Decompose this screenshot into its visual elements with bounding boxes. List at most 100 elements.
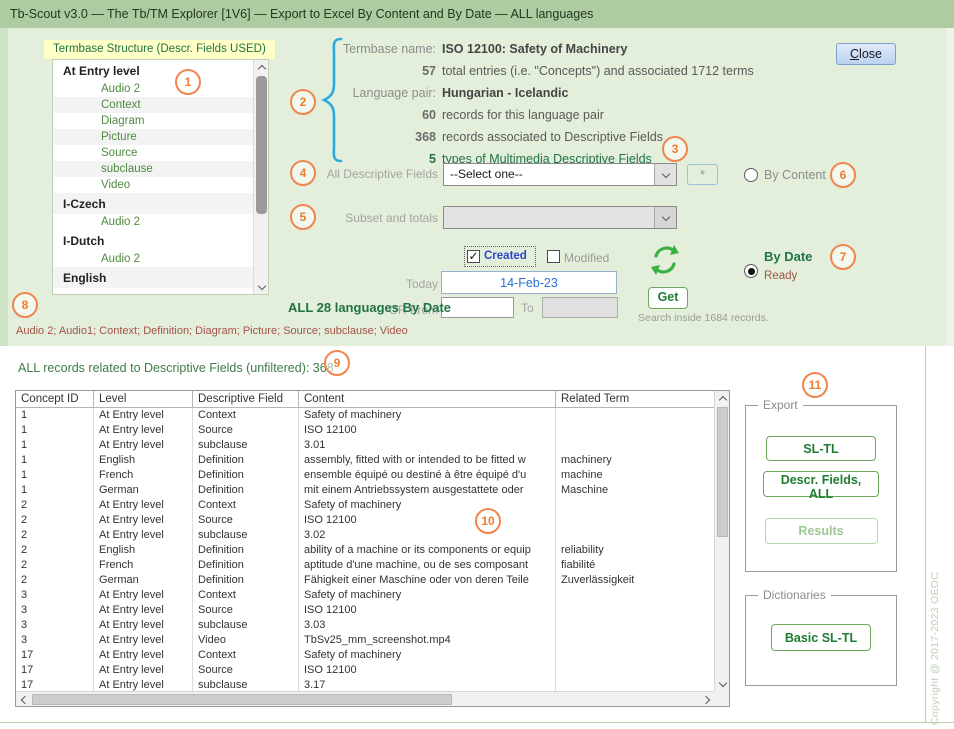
table-cell: Safety of machinery xyxy=(299,648,556,663)
table-row[interactable]: 2At Entry levelContextSafety of machiner… xyxy=(16,498,714,513)
structure-item-audio-2[interactable]: Audio 2 xyxy=(53,81,253,97)
created-checkbox[interactable]: ✓ xyxy=(467,250,480,263)
table-cell: Context xyxy=(193,408,299,423)
table-cell: subclause xyxy=(193,438,299,453)
close-button[interactable]: Close xyxy=(836,43,896,65)
table-row[interactable]: 3At Entry levelSourceISO 12100 xyxy=(16,603,714,618)
descriptive-fields-dropdown[interactable]: --Select one-- xyxy=(443,163,677,186)
structure-item-audio-2[interactable]: Audio 2 xyxy=(53,214,253,230)
subset-dropdown[interactable] xyxy=(443,206,677,229)
table-row[interactable]: 1At Entry levelSourceISO 12100 xyxy=(16,423,714,438)
by-date-radio[interactable] xyxy=(744,264,758,278)
table-horizontal-scrollbar[interactable] xyxy=(16,691,714,706)
scroll-left-icon[interactable] xyxy=(16,692,30,707)
scroll-down-icon[interactable] xyxy=(254,280,269,294)
structure-item-diagram[interactable]: Diagram xyxy=(53,113,253,129)
table-cell: At Entry level xyxy=(94,678,193,691)
window-left-edge xyxy=(0,28,8,346)
today-date-input[interactable] xyxy=(441,271,617,294)
table-cell: 3 xyxy=(16,633,94,648)
scroll-up-icon[interactable] xyxy=(254,60,269,74)
structure-listbox[interactable]: At Entry levelAudio 2ContextDiagramPictu… xyxy=(52,59,269,295)
table-cell: Definition xyxy=(193,558,299,573)
table-cell: Definition xyxy=(193,483,299,498)
scroll-up-icon[interactable] xyxy=(715,391,730,405)
from-date-input[interactable] xyxy=(441,297,514,318)
scroll-right-icon[interactable] xyxy=(700,692,714,707)
table-row[interactable]: 1GermanDefinitionmit einem Antriebssyste… xyxy=(16,483,714,498)
table-cell: TbSv25_mm_screenshot.mp4 xyxy=(299,633,556,648)
table-row[interactable]: 2GermanDefinitionFähigkeit einer Maschin… xyxy=(16,573,714,588)
table-cell: At Entry level xyxy=(94,588,193,603)
table-row[interactable]: 17At Entry levelsubclause3.17 xyxy=(16,678,714,691)
table-row[interactable]: 2At Entry levelSourceISO 12100 xyxy=(16,513,714,528)
scrollbar-thumb[interactable] xyxy=(717,407,728,537)
table-row[interactable]: 1FrenchDefinitionensemble équipé ou dest… xyxy=(16,468,714,483)
by-content-label[interactable]: By Content xyxy=(764,168,826,182)
dropdown-selected-value: --Select one-- xyxy=(450,164,652,185)
by-date-label[interactable]: By Date xyxy=(764,249,812,264)
records-table[interactable]: Concept IDLevelDescriptive FieldContentR… xyxy=(15,390,730,707)
structure-list-scrollbar[interactable] xyxy=(253,60,268,294)
created-label[interactable]: Created xyxy=(484,250,527,262)
scrollbar-thumb[interactable] xyxy=(32,694,452,705)
annotation-circle-8: 8 xyxy=(12,292,38,318)
structure-item-english[interactable]: English xyxy=(53,267,253,288)
table-cell: 1 xyxy=(16,438,94,453)
table-cell: 3 xyxy=(16,618,94,633)
table-row[interactable]: 1At Entry levelContextSafety of machiner… xyxy=(16,408,714,423)
table-cell xyxy=(556,603,714,618)
structure-item-audio-2[interactable]: Audio 2 xyxy=(53,251,253,267)
table-cell: Context xyxy=(193,648,299,663)
table-cell: German xyxy=(94,573,193,588)
table-row[interactable]: 17At Entry levelSourceISO 12100 xyxy=(16,663,714,678)
scrollbar-thumb[interactable] xyxy=(256,76,267,214)
table-cell: 2 xyxy=(16,528,94,543)
table-row[interactable]: 2EnglishDefinitionability of a machine o… xyxy=(16,543,714,558)
descr-fields-all-button[interactable]: Descr. Fields, ALL xyxy=(763,471,879,497)
table-cell: Context xyxy=(193,588,299,603)
table-cell: 3.01 xyxy=(299,438,556,453)
asterisk-button[interactable]: * xyxy=(687,164,718,185)
table-cell: Zuverlässigkeit xyxy=(556,573,714,588)
table-cell: At Entry level xyxy=(94,513,193,528)
right-divider xyxy=(925,346,926,722)
table-row[interactable]: 3At Entry levelContextSafety of machiner… xyxy=(16,588,714,603)
table-row[interactable]: 2FrenchDefinitionaptitude d'une machine,… xyxy=(16,558,714,573)
structure-item-picture[interactable]: Picture xyxy=(53,129,253,145)
table-row[interactable]: 3At Entry levelVideoTbSv25_mm_screenshot… xyxy=(16,633,714,648)
results-button[interactable]: Results xyxy=(765,518,878,544)
table-cell xyxy=(556,663,714,678)
structure-item-at-entry-level[interactable]: At Entry level xyxy=(53,60,253,81)
table-vertical-scrollbar[interactable] xyxy=(714,391,729,691)
column-header: Content xyxy=(299,391,556,407)
structure-item-subclause[interactable]: subclause xyxy=(53,161,253,177)
structure-item-i-dutch[interactable]: I-Dutch xyxy=(53,230,253,251)
table-row[interactable]: 3At Entry levelsubclause3.03 xyxy=(16,618,714,633)
structure-item-context[interactable]: Context xyxy=(53,97,253,113)
table-row[interactable]: 1EnglishDefinitionassembly, fitted with … xyxy=(16,453,714,468)
to-date-input[interactable] xyxy=(542,297,618,318)
table-cell: At Entry level xyxy=(94,663,193,678)
info-label: Termbase name: xyxy=(340,38,436,60)
by-content-radio[interactable] xyxy=(744,168,758,182)
modified-checkbox[interactable] xyxy=(547,250,560,263)
table-cell: Source xyxy=(193,663,299,678)
scroll-down-icon[interactable] xyxy=(715,677,730,691)
chevron-down-icon[interactable] xyxy=(654,207,676,228)
table-cell: French xyxy=(94,468,193,483)
structure-item-source[interactable]: Source xyxy=(53,145,253,161)
basic-sl-tl-button[interactable]: Basic SL-TL xyxy=(771,624,871,651)
structure-item-video[interactable]: Video xyxy=(53,177,253,193)
info-value: records associated to Descriptive Fields xyxy=(442,126,663,148)
table-row[interactable]: 17At Entry levelContextSafety of machine… xyxy=(16,648,714,663)
chevron-down-icon[interactable] xyxy=(654,164,676,185)
table-cell: mit einem Antriebssystem ausgestattete o… xyxy=(299,483,556,498)
structure-item-i-czech[interactable]: I-Czech xyxy=(53,193,253,214)
modified-label[interactable]: Modified xyxy=(564,251,609,265)
table-row[interactable]: 1At Entry levelsubclause3.01 xyxy=(16,438,714,453)
refresh-icon[interactable] xyxy=(648,243,682,277)
sl-tl-button[interactable]: SL-TL xyxy=(766,436,876,461)
get-button[interactable]: Get xyxy=(648,287,688,309)
table-row[interactable]: 2At Entry levelsubclause3.02 xyxy=(16,528,714,543)
